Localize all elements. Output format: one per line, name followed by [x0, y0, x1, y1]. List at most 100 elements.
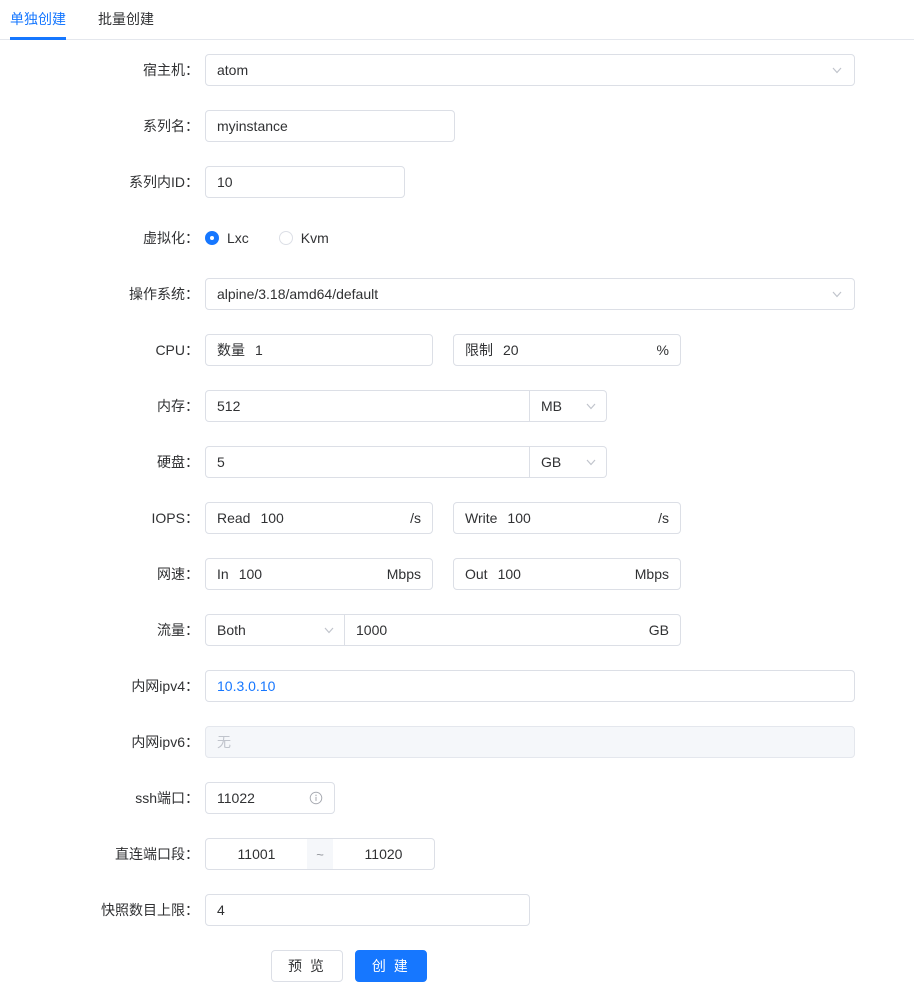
iops-control: Read 100 /s Write 100 /s [205, 502, 681, 534]
radio-dot-icon [205, 231, 219, 245]
port-range-start-value: 11001 [238, 846, 276, 862]
host-value: atom [217, 62, 823, 78]
disk-unit-value: GB [541, 454, 577, 470]
virtualization-radio-group: Lxc Kvm [205, 222, 359, 254]
cpu-count-prefix: 数量 [217, 340, 245, 360]
radio-kvm[interactable]: Kvm [279, 230, 329, 246]
radio-lxc-label: Lxc [227, 230, 249, 246]
iops-label: IOPS： [0, 502, 205, 534]
form-row-ipv4: 内网ipv4： 10.3.0.10 [0, 670, 914, 702]
iops-read-input[interactable]: Read 100 /s [205, 502, 433, 534]
preview-button[interactable]: 预 览 [271, 950, 343, 982]
traffic-quota-value: 1000 [356, 622, 641, 638]
cpu-count-value: 1 [255, 342, 421, 358]
form-row-cpu: CPU： 数量 1 限制 20 % [0, 334, 914, 366]
ipv4-label: 内网ipv4： [0, 670, 205, 702]
create-instance-form: 宿主机： atom 系列名： myinstance 系列内ID： 10 [0, 40, 914, 982]
chevron-down-icon [585, 400, 597, 412]
port-range-separator-text: ~ [316, 847, 324, 862]
preview-button-label: 预 览 [288, 956, 326, 976]
iops-write-input[interactable]: Write 100 /s [453, 502, 681, 534]
chevron-down-icon [323, 624, 335, 636]
series-name-control: myinstance [205, 110, 455, 142]
netspeed-control: In 100 Mbps Out 100 Mbps [205, 558, 681, 590]
traffic-direction-value: Both [217, 622, 315, 638]
cpu-limit-input[interactable]: 限制 20 % [453, 334, 681, 366]
disk-input[interactable]: 5 [205, 446, 530, 478]
netspeed-label: 网速： [0, 558, 205, 590]
host-select[interactable]: atom [205, 54, 855, 86]
form-row-os: 操作系统： alpine/3.18/amd64/default [0, 278, 914, 310]
series-id-label: 系列内ID： [0, 166, 205, 198]
form-row-port-range: 直连端口段： 11001 ~ 11020 [0, 838, 914, 870]
port-range-control: 11001 ~ 11020 [205, 838, 435, 870]
ssh-port-value: 11022 [217, 790, 301, 806]
series-id-control: 10 [205, 166, 405, 198]
netspeed-out-value: 100 [498, 566, 627, 582]
traffic-direction-select[interactable]: Both [205, 614, 345, 646]
radio-lxc[interactable]: Lxc [205, 230, 249, 246]
form-row-ipv6: 内网ipv6： 无 [0, 726, 914, 758]
traffic-label: 流量： [0, 614, 205, 646]
iops-write-value: 100 [507, 510, 650, 526]
netspeed-in-input[interactable]: In 100 Mbps [205, 558, 433, 590]
cpu-limit-value: 20 [503, 342, 649, 358]
disk-label: 硬盘： [0, 446, 205, 478]
form-row-series-id: 系列内ID： 10 [0, 166, 914, 198]
tab-batch-create-label: 批量创建 [98, 11, 154, 27]
form-row-traffic: 流量： Both 1000 GB [0, 614, 914, 646]
memory-value: 512 [217, 398, 518, 414]
memory-input[interactable]: 512 [205, 390, 530, 422]
form-row-host: 宿主机： atom [0, 54, 914, 86]
ipv6-control: 无 [205, 726, 855, 758]
series-name-value: myinstance [217, 118, 443, 134]
ssh-port-input[interactable]: 11022 [205, 782, 335, 814]
tab-single-create-label: 单独创建 [10, 11, 66, 27]
traffic-control: Both 1000 GB [205, 614, 681, 646]
chevron-down-icon [831, 288, 843, 300]
info-circle-icon[interactable] [309, 791, 323, 805]
port-range-start-input[interactable]: 11001 [206, 839, 307, 869]
netspeed-out-input[interactable]: Out 100 Mbps [453, 558, 681, 590]
os-select[interactable]: alpine/3.18/amd64/default [205, 278, 855, 310]
ssh-port-label: ssh端口： [0, 782, 205, 814]
port-range-end-input[interactable]: 11020 [333, 839, 434, 869]
form-row-ssh-port: ssh端口： 11022 [0, 782, 914, 814]
iops-write-suffix: /s [658, 510, 669, 526]
iops-read-prefix: Read [217, 510, 250, 526]
netspeed-in-prefix: In [217, 566, 229, 582]
series-id-input[interactable]: 10 [205, 166, 405, 198]
create-button[interactable]: 创 建 [355, 950, 427, 982]
tab-single-create[interactable]: 单独创建 [10, 0, 66, 40]
iops-read-value: 100 [260, 510, 402, 526]
tab-bar: 单独创建 批量创建 [0, 0, 914, 40]
form-row-snapshot-limit: 快照数目上限： 4 [0, 894, 914, 926]
os-control: alpine/3.18/amd64/default [205, 278, 855, 310]
tab-batch-create[interactable]: 批量创建 [98, 0, 154, 40]
form-row-memory: 内存： 512 MB [0, 390, 914, 422]
series-name-input[interactable]: myinstance [205, 110, 455, 142]
form-row-disk: 硬盘： 5 GB [0, 446, 914, 478]
disk-unit-select[interactable]: GB [530, 446, 607, 478]
iops-read-suffix: /s [410, 510, 421, 526]
form-row-iops: IOPS： Read 100 /s Write 100 /s [0, 502, 914, 534]
cpu-label: CPU： [0, 334, 205, 366]
port-range-label: 直连端口段： [0, 838, 205, 870]
cpu-limit-suffix: % [657, 342, 669, 358]
snapshot-limit-value: 4 [217, 902, 518, 918]
ipv4-input[interactable]: 10.3.0.10 [205, 670, 855, 702]
form-row-virtualization: 虚拟化： Lxc Kvm [0, 222, 914, 254]
snapshot-limit-input[interactable]: 4 [205, 894, 530, 926]
memory-unit-select[interactable]: MB [530, 390, 607, 422]
ipv4-control: 10.3.0.10 [205, 670, 855, 702]
form-actions: 预 览 创 建 [0, 950, 914, 982]
traffic-quota-input[interactable]: 1000 GB [345, 614, 681, 646]
form-row-series-name: 系列名： myinstance [0, 110, 914, 142]
memory-control: 512 MB [205, 390, 607, 422]
ipv6-placeholder: 无 [217, 732, 843, 752]
radio-dot-icon [279, 231, 293, 245]
snapshot-limit-control: 4 [205, 894, 530, 926]
cpu-count-input[interactable]: 数量 1 [205, 334, 433, 366]
ipv6-input: 无 [205, 726, 855, 758]
ssh-port-control: 11022 [205, 782, 335, 814]
